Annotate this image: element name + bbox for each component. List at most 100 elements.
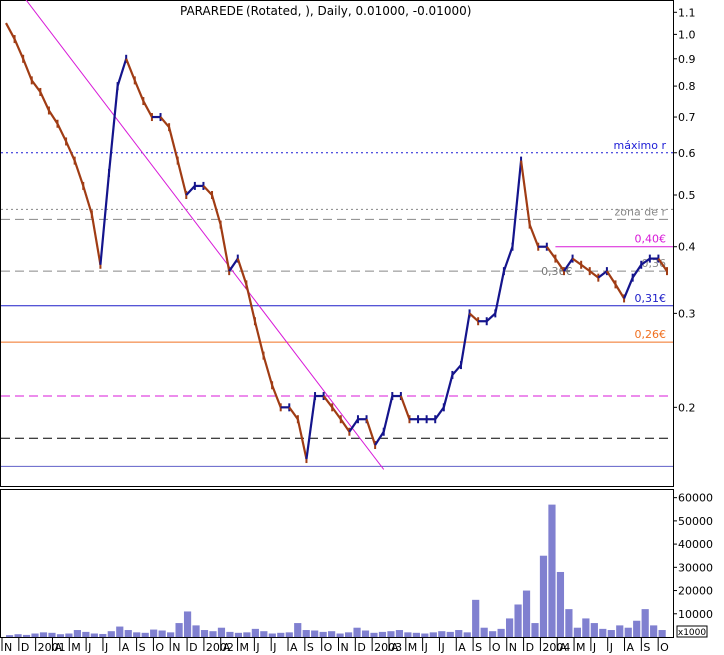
price-segment xyxy=(605,270,617,285)
price-tick-label: 0.2 xyxy=(678,401,696,414)
volume-bar xyxy=(412,632,420,637)
volume-bar xyxy=(565,609,573,637)
price-segment xyxy=(365,418,377,446)
volume-bar xyxy=(82,631,90,637)
price-tick-label: 0.8 xyxy=(678,80,696,93)
price-segment xyxy=(133,79,145,102)
price-segment xyxy=(331,406,342,420)
price-segment xyxy=(47,109,59,125)
price-segment xyxy=(245,284,257,322)
x-tick-label: A xyxy=(391,641,399,654)
volume-bar xyxy=(650,625,658,637)
volume-bar xyxy=(463,632,471,637)
price-segment xyxy=(442,374,454,408)
horizontal-line-label: 0,26€ xyxy=(635,328,667,341)
price-segment xyxy=(99,172,111,265)
volume-bar xyxy=(175,623,183,637)
volume-tick-label: 50000 xyxy=(678,515,713,528)
price-segment xyxy=(502,246,514,272)
volume-bar xyxy=(607,630,615,637)
price-segment xyxy=(468,312,479,323)
x-tick-label: O xyxy=(155,641,164,654)
volume-bar xyxy=(116,626,124,637)
volume-bar xyxy=(302,630,310,637)
price-segment xyxy=(519,160,531,225)
volume-bar xyxy=(14,634,22,637)
price-segment xyxy=(210,194,222,225)
x-tick-label: J xyxy=(440,641,444,654)
price-segment xyxy=(399,395,411,420)
price-segment xyxy=(176,160,188,196)
price-segment xyxy=(580,263,591,273)
volume-bar xyxy=(22,634,31,637)
volume-bar xyxy=(599,628,607,637)
volume-bar xyxy=(99,633,107,637)
x-tick-label: N xyxy=(4,641,12,654)
volume-bar xyxy=(395,630,404,637)
volume-bar xyxy=(361,630,370,637)
price-segment xyxy=(296,418,308,460)
price-segment xyxy=(39,91,50,111)
volume-tick-label: 10000 xyxy=(678,608,713,621)
x-tick-label: J xyxy=(255,641,259,654)
volume-tick-label: 30000 xyxy=(678,561,713,574)
x-tick-label: A xyxy=(223,641,231,654)
price-segment xyxy=(253,320,265,356)
volume-bar xyxy=(234,632,243,637)
volume-bar xyxy=(590,623,598,637)
price-segment xyxy=(82,185,93,215)
price-segment xyxy=(116,58,128,87)
price-segment xyxy=(614,283,626,299)
volume-panel: 60000 50000 40000 30000 20000 10000 x1000 xyxy=(0,489,713,638)
volume-tick-label: 60000 xyxy=(678,492,713,505)
price-segment xyxy=(125,58,136,81)
volume-bar xyxy=(633,620,641,637)
price-segment xyxy=(202,185,213,196)
volume-bar xyxy=(370,632,378,637)
chart-title: PARAREDE xyxy=(180,4,243,18)
x-tick-label: A xyxy=(559,641,567,654)
price-segment xyxy=(528,224,540,248)
volume-bar xyxy=(209,631,217,637)
volume-bar xyxy=(192,625,200,637)
volume-bar xyxy=(582,618,590,637)
volume-bar xyxy=(133,632,141,637)
price-segment xyxy=(434,406,445,420)
price-segment xyxy=(262,355,274,386)
volume-bar xyxy=(200,630,209,637)
x-tick-label: A xyxy=(458,641,466,654)
volume-bar xyxy=(107,631,115,637)
price-segment xyxy=(185,185,196,196)
volume-bar xyxy=(658,630,666,637)
x-tick-label: J xyxy=(592,641,596,654)
volume-bar xyxy=(344,632,353,637)
horizontal-line-label: 0,31€ xyxy=(635,292,667,305)
price-segment xyxy=(494,270,505,314)
price-segment xyxy=(56,123,68,142)
volume-bar xyxy=(616,625,624,637)
price-tick-label: 0.5 xyxy=(678,189,696,202)
x-tick-label: N xyxy=(509,641,517,654)
price-segment xyxy=(451,364,462,376)
volume-frame xyxy=(0,489,674,638)
volume-bar xyxy=(285,632,293,637)
stock-chart: 1.1 1.0 0.9 0.8 0.7 0.6 0.5 0.4 0.3 0.2 máximo r zo… xyxy=(0,0,713,654)
volume-bar xyxy=(6,635,14,637)
volume-bar xyxy=(73,630,81,637)
price-segment xyxy=(485,312,497,323)
volume-bar xyxy=(446,631,454,637)
volume-bar xyxy=(183,611,192,637)
price-segment xyxy=(382,395,394,433)
volume-bar xyxy=(531,623,539,637)
volume-bar xyxy=(150,629,158,637)
price-tick-label: 0.3 xyxy=(678,307,696,320)
volume-bar xyxy=(497,628,505,637)
volume-bar xyxy=(336,633,344,637)
price-segment xyxy=(168,126,179,161)
price-segment xyxy=(65,141,76,162)
x-tick-label: M xyxy=(576,641,586,654)
x-tick-label: M xyxy=(240,641,250,654)
price-tick-label: 0.7 xyxy=(678,111,696,124)
volume-bar xyxy=(548,504,556,637)
x-tick-label: S xyxy=(139,641,146,654)
